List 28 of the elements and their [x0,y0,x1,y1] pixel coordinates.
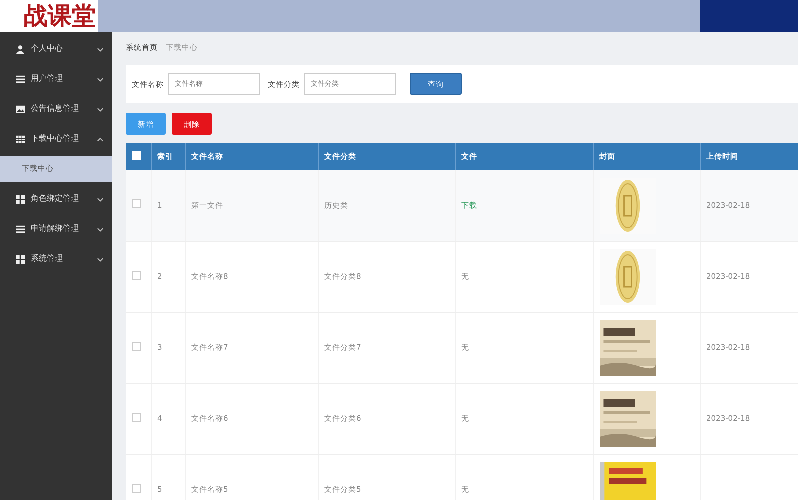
sidebar-item[interactable]: 个人中心 [0,34,112,64]
row-checkbox[interactable] [132,270,141,280]
chevron-down-icon [97,46,104,52]
grid-icon [16,254,25,264]
row-checkbox[interactable] [132,199,141,208]
sidebar-item[interactable]: 角色绑定管理 [0,184,112,214]
chevron-down-icon [97,106,104,112]
chevron-down-icon [97,256,104,262]
sidebar-item[interactable]: 用户管理 [0,64,112,94]
chevron-up-icon [97,136,104,142]
row-checkbox[interactable] [132,484,141,493]
chevron-down-icon [97,226,104,232]
image-icon [16,104,25,114]
list-icon [16,224,25,234]
chevron-down-icon [97,76,104,82]
chevron-down-icon [97,196,104,202]
table-icon [16,134,25,144]
row-checkbox[interactable] [132,412,141,422]
sidebar-item[interactable]: 公告信息管理 [0,94,112,124]
sidebar-item[interactable]: 下载中心管理 [0,124,112,154]
row-checkbox[interactable] [132,342,141,351]
sidebar-item[interactable]: 申请解绑管理 [0,214,112,244]
list-icon [16,74,25,84]
select-all-checkbox[interactable] [132,150,141,160]
sidebar-item[interactable]: 系统管理 [0,244,112,274]
person-icon [16,44,25,54]
logo-text: 战课堂 [24,4,96,28]
grid-icon [16,194,25,204]
